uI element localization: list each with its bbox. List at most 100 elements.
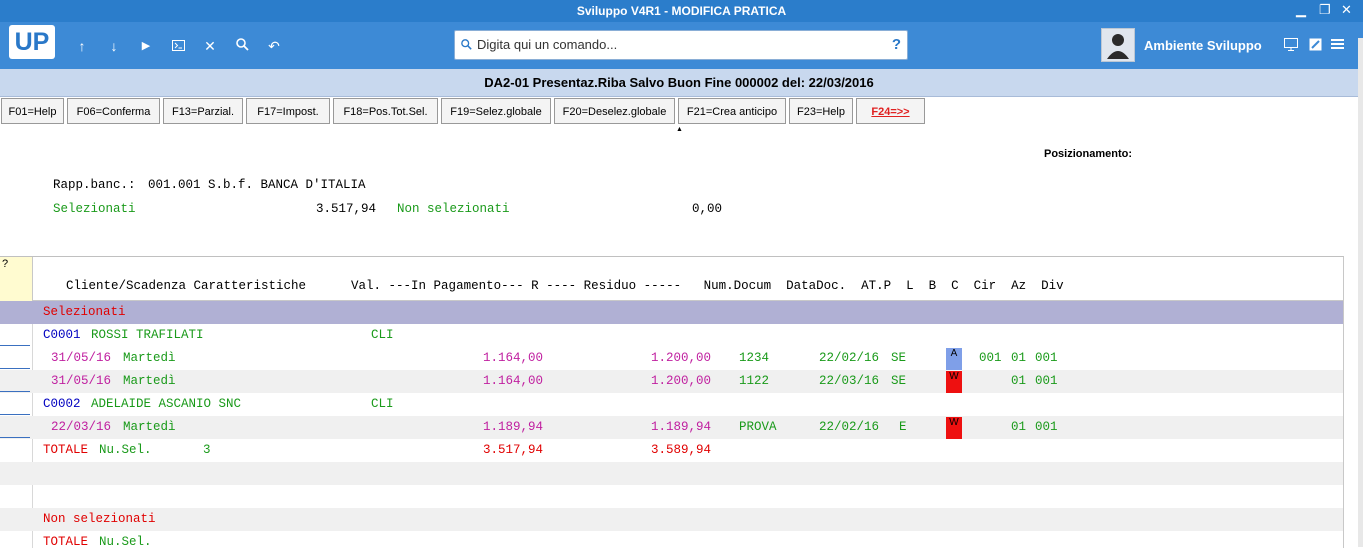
due-day: Martedì — [123, 420, 176, 434]
undo-icon[interactable]: ↶ — [264, 36, 284, 56]
bank-label: Rapp.banc.: — [53, 178, 136, 192]
table-row[interactable]: 31/05/16 Martedì 1.164,00 1.200,00 1122 … — [0, 370, 1343, 393]
app-logo: UP — [9, 25, 55, 59]
section-row-selected: Selezionati — [0, 301, 1343, 324]
cir: 001 — [979, 351, 1002, 365]
table-row[interactable]: C0001 ROSSI TRAFILATI CLI — [0, 324, 1343, 347]
toolbar: UP ↑ ↓ ▶ ✕ ↶ Digita qui un comando... ? … — [0, 22, 1363, 69]
client-name: ADELAIDE ASCANIO SNC — [91, 397, 242, 411]
row-link[interactable] — [0, 413, 30, 415]
due-day: Martedì — [123, 374, 176, 388]
client-name: ROSSI TRAFILATI — [91, 328, 204, 342]
num-docum: 1234 — [739, 351, 770, 365]
row-link[interactable] — [0, 436, 30, 438]
not-selected-value: 0,00 — [692, 202, 723, 216]
minimize-icon[interactable]: ▁ — [1296, 2, 1306, 18]
residuo: 1.200,00 — [651, 374, 712, 388]
in-pagamento: 1.164,00 — [483, 351, 544, 365]
data-doc: 22/02/16 — [819, 420, 880, 434]
close-icon[interactable]: ✕ — [200, 36, 220, 56]
residuo: 1.189,94 — [651, 420, 712, 434]
positioning-label: Posizionamento: — [1044, 148, 1133, 160]
fkey-f18-pos-tot-sel[interactable]: F18=Pos.Tot.Sel. — [333, 98, 438, 124]
total-in-pagamento: 3.517,94 — [483, 443, 544, 457]
table-row[interactable]: 31/05/16 Martedì 1.164,00 1.200,00 1234 … — [0, 347, 1343, 370]
terminal-icon[interactable] — [168, 36, 188, 56]
az: 01 — [1011, 351, 1027, 365]
table-row[interactable]: 22/03/16 Martedì 1.189,94 1.189,94 PROVA… — [0, 416, 1343, 439]
fkey-f17-impost[interactable]: F17=Impost. — [246, 98, 330, 124]
play-icon[interactable]: ▶ — [136, 36, 156, 56]
fkey-f20-deselez-globale[interactable]: F20=Deselez.globale — [554, 98, 675, 124]
div: 001 — [1035, 351, 1058, 365]
fkey-f23-help[interactable]: F23=Help — [789, 98, 853, 124]
not-selected-label: Non selezionati — [397, 202, 510, 216]
fkey-f13-parzial[interactable]: F13=Parzial. — [163, 98, 243, 124]
in-pagamento: 1.164,00 — [483, 374, 544, 388]
total-row-not-selected: TOTALE Nu.Sel. — [0, 531, 1343, 554]
table-row[interactable]: C0002 ADELAIDE ASCANIO SNC CLI — [0, 393, 1343, 416]
num-docum: 1122 — [739, 374, 770, 388]
in-pagamento: 1.189,94 — [483, 420, 544, 434]
help-icon[interactable]: ? — [892, 36, 901, 53]
fkey-f19-selez-globale[interactable]: F19=Selez.globale — [441, 98, 551, 124]
section-title: Non selezionati — [43, 512, 156, 526]
at-p: SE — [891, 374, 907, 388]
section-title: Selezionati — [43, 305, 126, 319]
residuo: 1.200,00 — [651, 351, 712, 365]
arrow-up-icon[interactable]: ↑ — [72, 36, 92, 56]
fkey-f01-help[interactable]: F01=Help — [1, 98, 64, 124]
list-icon[interactable] — [1330, 38, 1344, 52]
az: 01 — [1011, 374, 1027, 388]
row-link[interactable] — [0, 367, 30, 369]
row-link[interactable] — [0, 390, 30, 392]
fkey-f21-crea-anticipo[interactable]: F21=Crea anticipo — [678, 98, 786, 124]
close-window-icon[interactable]: ✕ — [1341, 2, 1352, 18]
badge-b[interactable]: A — [946, 348, 962, 370]
due-date: 22/03/16 — [51, 420, 112, 434]
total-count: 3 — [203, 443, 211, 457]
arrow-down-icon[interactable]: ↓ — [104, 36, 124, 56]
due-day: Martedì — [123, 351, 176, 365]
client-val: CLI — [371, 397, 394, 411]
div: 001 — [1035, 420, 1058, 434]
total-residuo: 3.589,94 — [651, 443, 712, 457]
total-row-selected: TOTALE Nu.Sel. 3 3.517,94 3.589,94 — [0, 439, 1343, 462]
data-doc: 22/03/16 — [819, 374, 880, 388]
num-docum: PROVA — [739, 420, 777, 434]
vertical-scrollbar[interactable] — [1358, 38, 1363, 547]
edit-icon[interactable] — [1308, 38, 1322, 52]
data-doc: 22/02/16 — [819, 351, 880, 365]
at-p: SE — [891, 351, 907, 365]
client-val: CLI — [371, 328, 394, 342]
fkey-f24-more[interactable]: F24=>> — [856, 98, 925, 124]
empty-row — [0, 485, 1343, 508]
command-input[interactable]: Digita qui un comando... ? — [454, 30, 908, 60]
environment-label[interactable]: Ambiente Sviluppo — [1144, 38, 1262, 53]
search-small-icon — [461, 37, 472, 55]
section-row-not-selected: Non selezionati — [0, 508, 1343, 531]
search-icon[interactable] — [232, 36, 252, 56]
row-link[interactable] — [0, 344, 30, 346]
grid-corner-cell[interactable]: ? — [0, 257, 33, 301]
at-p: E — [899, 420, 907, 434]
grid-header: Cliente/Scadenza Caratteristiche Val. --… — [66, 279, 1064, 293]
grid-corner-glyph: ? — [2, 258, 9, 270]
monitor-icon[interactable] — [1284, 38, 1298, 52]
due-date: 31/05/16 — [51, 351, 112, 365]
avatar[interactable] — [1101, 28, 1135, 62]
badge-b[interactable]: W — [946, 417, 962, 439]
due-date: 31/05/16 — [51, 374, 112, 388]
fkey-f06-conferma[interactable]: F06=Conferma — [67, 98, 160, 124]
command-placeholder: Digita qui un comando... — [477, 37, 618, 52]
badge-b[interactable]: W — [946, 371, 962, 393]
page-header: DA2-01 Presentaz.Riba Salvo Buon Fine 00… — [0, 69, 1358, 97]
data-grid: ? Cliente/Scadenza Caratteristiche Val. … — [0, 256, 1344, 549]
az: 01 — [1011, 420, 1027, 434]
div: 001 — [1035, 374, 1058, 388]
restore-icon[interactable]: ❐ — [1319, 2, 1331, 18]
title-bar: Sviluppo V4R1 - MODIFICA PRATICA ▁ ❐ ✕ — [0, 0, 1363, 22]
client-code: C0002 — [43, 397, 81, 411]
window-title: Sviluppo V4R1 - MODIFICA PRATICA — [576, 4, 787, 18]
page-title: DA2-01 Presentaz.Riba Salvo Buon Fine 00… — [484, 75, 874, 90]
